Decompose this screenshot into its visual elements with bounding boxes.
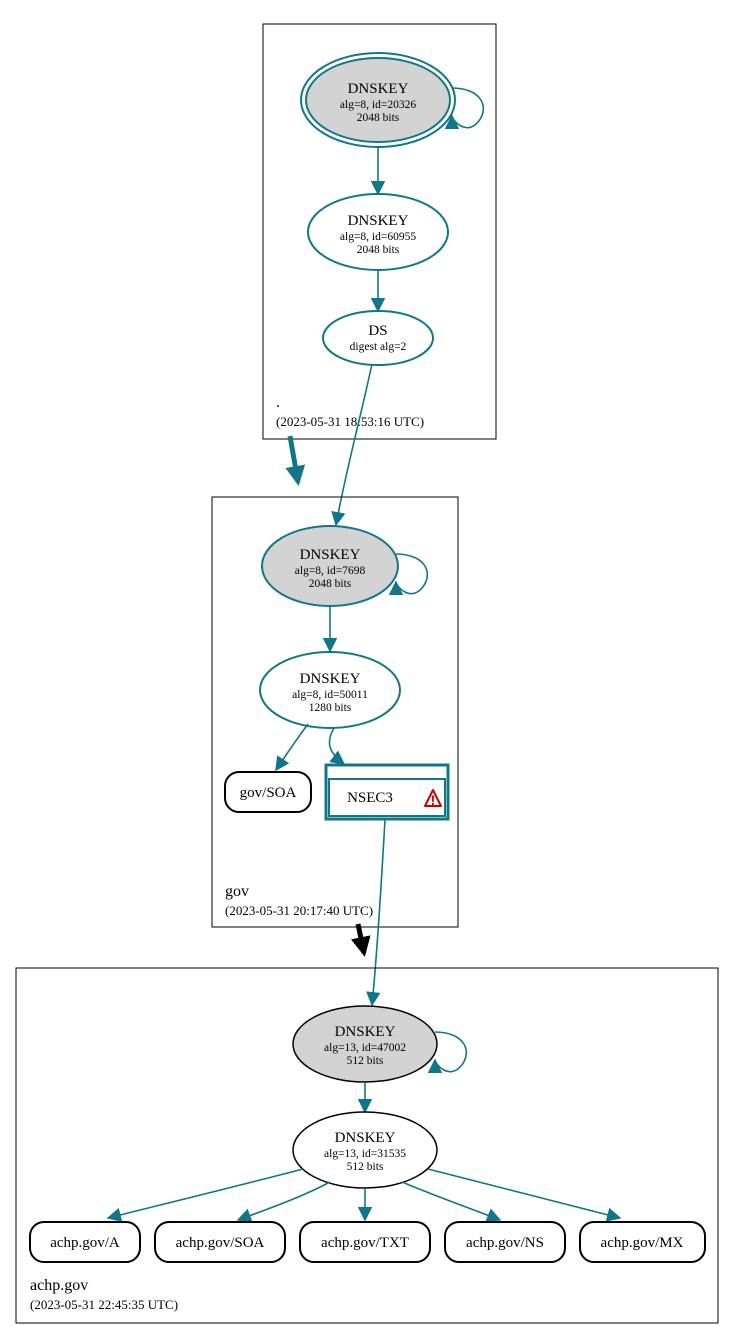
edge-gov-zsk-to-soa <box>276 724 308 770</box>
zone-gov-ts: (2023-05-31 20:17:40 UTC) <box>225 903 373 918</box>
node-root-zsk: DNSKEY alg=8, id=60955 2048 bits <box>308 194 448 270</box>
svg-text:512 bits: 512 bits <box>347 1161 384 1173</box>
svg-text:alg=8, id=20326: alg=8, id=20326 <box>340 99 416 111</box>
zone-achp-label: achp.gov <box>30 1277 88 1294</box>
edge-root-to-gov-thick <box>290 436 298 482</box>
node-achp-ns: achp.gov/NS <box>445 1222 565 1262</box>
svg-text:achp.gov/NS: achp.gov/NS <box>466 1235 544 1251</box>
dnssec-diagram: . (2023-05-31 18:53:16 UTC) DNSKEY alg=8… <box>0 0 731 1326</box>
svg-text:achp.gov/TXT: achp.gov/TXT <box>321 1235 409 1251</box>
node-achp-a: achp.gov/A <box>30 1222 140 1262</box>
svg-text:512 bits: 512 bits <box>347 1055 384 1067</box>
zone-root-ts: (2023-05-31 18:53:16 UTC) <box>276 414 424 429</box>
svg-text:digest alg=2: digest alg=2 <box>350 341 407 353</box>
svg-text:DNSKEY: DNSKEY <box>335 1024 396 1040</box>
svg-text:2048 bits: 2048 bits <box>309 578 352 590</box>
svg-text:alg=8, id=7698: alg=8, id=7698 <box>295 565 366 577</box>
svg-text:alg=8, id=50011: alg=8, id=50011 <box>292 689 368 701</box>
svg-text:achp.gov/MX: achp.gov/MX <box>601 1235 684 1251</box>
zone-root-label: . <box>276 394 280 411</box>
edge-zsk-to-mx <box>428 1169 620 1218</box>
svg-text:achp.gov/SOA: achp.gov/SOA <box>176 1235 265 1251</box>
node-gov-soa: gov/SOA <box>225 772 311 812</box>
svg-text:DS: DS <box>368 323 387 339</box>
zone-gov-label: gov <box>225 883 249 900</box>
edge-gov-ksk-self <box>396 554 427 594</box>
svg-text:alg=13, id=47002: alg=13, id=47002 <box>324 1042 406 1054</box>
node-root-ksk: DNSKEY alg=8, id=20326 2048 bits <box>301 53 455 147</box>
node-achp-soa: achp.gov/SOA <box>155 1222 285 1262</box>
svg-text:alg=13, id=31535: alg=13, id=31535 <box>324 1148 406 1160</box>
edge-nsec-to-achp-ksk <box>372 820 385 1005</box>
svg-text:1280 bits: 1280 bits <box>309 702 352 714</box>
edge-zsk-to-ns <box>402 1182 500 1220</box>
svg-text:achp.gov/A: achp.gov/A <box>50 1235 120 1251</box>
svg-text:DNSKEY: DNSKEY <box>348 81 409 97</box>
node-root-ds: DS digest alg=2 <box>323 311 433 365</box>
edge-achp-ksk-self <box>435 1032 466 1072</box>
svg-text:DNSKEY: DNSKEY <box>335 1130 396 1146</box>
node-achp-zsk: DNSKEY alg=13, id=31535 512 bits <box>293 1112 437 1188</box>
node-achp-txt: achp.gov/TXT <box>300 1222 430 1262</box>
edge-zsk-to-soa <box>238 1182 330 1220</box>
edge-root-ksk-self <box>452 88 483 128</box>
zone-achp-ts: (2023-05-31 22:45:35 UTC) <box>30 1297 178 1312</box>
node-gov-ksk: DNSKEY alg=8, id=7698 2048 bits <box>262 526 398 606</box>
edge-zsk-to-a <box>108 1169 303 1218</box>
edge-gov-to-achp-black <box>358 924 364 953</box>
edge-ds-to-gov-ksk <box>336 364 372 525</box>
node-gov-nsec3: NSEC3 ! <box>326 765 448 819</box>
svg-text:DNSKEY: DNSKEY <box>348 213 409 229</box>
svg-text:2048 bits: 2048 bits <box>357 112 400 124</box>
node-achp-mx: achp.gov/MX <box>580 1222 705 1262</box>
svg-text:gov/SOA: gov/SOA <box>240 785 297 801</box>
svg-text:!: ! <box>431 792 436 808</box>
svg-text:DNSKEY: DNSKEY <box>300 671 361 687</box>
svg-text:2048 bits: 2048 bits <box>357 244 400 256</box>
svg-text:NSEC3: NSEC3 <box>347 790 393 806</box>
svg-text:alg=8, id=60955: alg=8, id=60955 <box>340 231 416 243</box>
node-gov-zsk: DNSKEY alg=8, id=50011 1280 bits <box>260 652 400 728</box>
node-achp-ksk: DNSKEY alg=13, id=47002 512 bits <box>293 1006 437 1082</box>
edge-gov-zsk-to-nsec <box>329 728 344 764</box>
svg-text:DNSKEY: DNSKEY <box>300 547 361 563</box>
